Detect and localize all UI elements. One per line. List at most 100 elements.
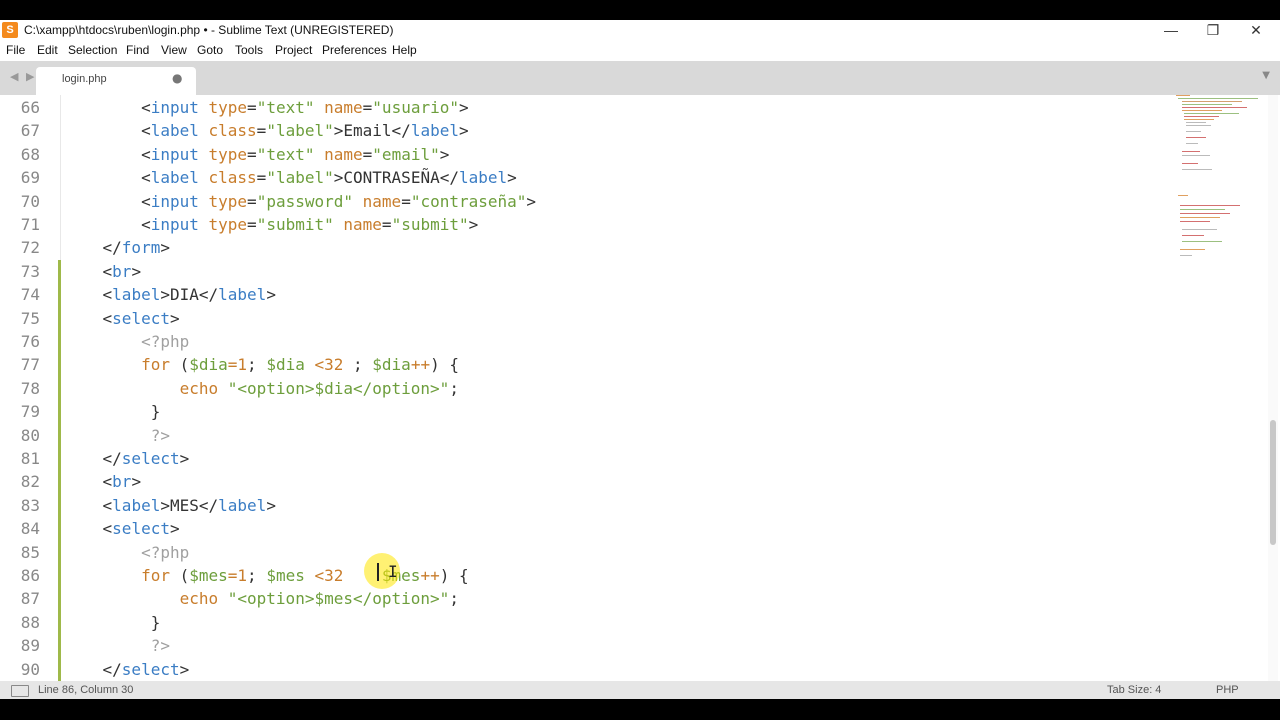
code-token: ?> <box>64 425 170 445</box>
code-token: > <box>507 168 517 188</box>
code-text: <input type="submit" name="submit"> <box>64 213 478 236</box>
menu-preferences[interactable]: Preferences <box>322 43 387 57</box>
code-token: > <box>266 495 276 515</box>
code-line[interactable]: 78 echo "<option>$dia</option>"; <box>0 376 1170 401</box>
code-token: type <box>198 144 248 164</box>
code-line[interactable]: 80 ?> <box>0 423 1170 447</box>
line-number: 80 <box>20 425 40 445</box>
code-token: > <box>458 121 469 141</box>
menu-edit[interactable]: Edit <box>37 43 58 57</box>
code-line[interactable]: 84 <select> <box>0 517 1170 541</box>
code-editor[interactable]: 66 <input type="text" name="usuario"> 67 … <box>0 95 1280 681</box>
code-token: type <box>198 215 248 234</box>
modified-line-marker <box>58 470 61 494</box>
minimize-button[interactable]: — <box>1149 20 1193 41</box>
code-line[interactable]: 79 } <box>0 400 1170 424</box>
code-line[interactable]: 86 for ($mes=1; $mes <32 $mes++) { <box>0 564 1170 588</box>
bottom-black-bar <box>0 699 1280 720</box>
code-line[interactable]: 67 <label class="label">Email</label> <box>0 119 1170 142</box>
menu-help[interactable]: Help <box>392 43 417 57</box>
code-token: label <box>150 168 199 188</box>
menu-find[interactable]: Find <box>126 43 149 57</box>
code-line[interactable]: 90 </select> <box>0 657 1170 681</box>
scrollbar-thumb[interactable] <box>1270 420 1276 545</box>
code-line[interactable]: 75 <select> <box>0 306 1170 330</box>
modified-line-marker <box>58 657 61 681</box>
code-line[interactable]: 88 } <box>0 610 1170 635</box>
code-token: < <box>304 566 325 585</box>
line-number: 70 <box>20 191 40 211</box>
unsaved-dot-icon[interactable]: ● <box>172 71 182 85</box>
minimap[interactable] <box>1170 95 1270 681</box>
code-text: ?> <box>64 634 170 657</box>
menu-tools[interactable]: Tools <box>235 43 263 57</box>
code-token: = <box>247 191 257 211</box>
code-line[interactable]: 68 <input type="text" name="email"> <box>0 143 1170 166</box>
code-token: ; <box>449 378 459 398</box>
minimap-line <box>1186 137 1206 138</box>
line-number: 66 <box>20 98 40 117</box>
code-token: > <box>459 98 469 117</box>
code-text: <input type="password" name="contraseña"… <box>64 190 536 213</box>
code-line[interactable]: 87 echo "<option>$mes</option>"; <box>0 587 1170 611</box>
tab-size[interactable]: Tab Size: 4 <box>1107 684 1161 696</box>
modified-line-marker <box>58 283 61 307</box>
modified-line-marker <box>58 587 61 611</box>
modified-line-marker <box>58 517 61 541</box>
code-token: = <box>247 144 257 164</box>
tab-login-php[interactable]: login.php ● <box>36 67 196 95</box>
code-line[interactable]: 72 </form> <box>0 236 1170 259</box>
code-token: ++ <box>410 355 431 375</box>
code-token: = <box>362 144 373 164</box>
code-token: < <box>64 308 113 328</box>
code-text: } <box>64 400 161 423</box>
menu-project[interactable]: Project <box>275 43 312 57</box>
code-token: label <box>150 121 199 141</box>
close-window-button[interactable]: ✕ <box>1234 20 1278 41</box>
code-line[interactable]: 69 <label class="label">CONTRASEÑA</labe… <box>0 166 1170 189</box>
line-number: 85 <box>20 542 40 562</box>
code-token: $mes <box>266 566 305 585</box>
syntax-mode[interactable]: PHP <box>1216 684 1239 696</box>
vertical-scrollbar[interactable] <box>1268 95 1278 681</box>
tab-dropdown-icon[interactable]: ▼ <box>1262 70 1270 81</box>
code-token: select <box>112 519 170 539</box>
menu-file[interactable]: File <box>6 43 25 57</box>
code-token: < <box>64 495 113 515</box>
minimap-line <box>1180 213 1230 214</box>
code-token: </ <box>64 659 122 679</box>
code-line[interactable]: 70 <input type="password" name="contrase… <box>0 190 1170 213</box>
code-token: > <box>169 308 180 328</box>
code-line[interactable]: 77 for ($dia=1; $dia <32 ; $dia++) { <box>0 353 1170 377</box>
minimap-line <box>1186 125 1211 126</box>
menu-view[interactable]: View <box>161 43 187 57</box>
code-token: $dia <box>266 355 305 375</box>
code-line[interactable]: 82 <br> <box>0 470 1170 494</box>
code-line[interactable]: 89 ?> <box>0 634 1170 658</box>
panel-toggle-icon[interactable] <box>11 685 29 697</box>
code-token: > <box>526 191 537 211</box>
code-text: <select> <box>64 517 180 540</box>
minimap-line <box>1182 235 1204 236</box>
sublime-app-icon: S <box>2 22 18 38</box>
menu-goto[interactable]: Goto <box>197 43 223 57</box>
line-number: 69 <box>20 168 40 188</box>
code-line[interactable]: 71 <input type="submit" name="submit"> <box>0 213 1170 236</box>
tab-nav-arrows-icon[interactable]: ◀ ▶ <box>10 70 36 83</box>
menu-selection[interactable]: Selection <box>68 43 117 57</box>
code-line[interactable]: 73 <br> <box>0 259 1170 284</box>
modified-line-marker <box>58 306 61 330</box>
code-line[interactable]: 66 <input type="text" name="usuario"> <box>0 96 1170 119</box>
code-token: "text" <box>256 98 315 117</box>
code-token: < <box>64 121 151 141</box>
code-line[interactable]: 81 </select> <box>0 447 1170 471</box>
code-line[interactable]: 76 <?php <box>0 330 1170 354</box>
menu-bar: File Edit Selection Find View Goto Tools… <box>0 41 1280 61</box>
restore-button[interactable]: ❐ <box>1191 20 1235 41</box>
minimap-line <box>1180 249 1205 250</box>
code-token: < <box>304 355 325 375</box>
code-token: input <box>150 191 199 211</box>
code-line[interactable]: 83 <label>MES</label> <box>0 493 1170 518</box>
code-line[interactable]: 85 <?php <box>0 540 1170 564</box>
code-line[interactable]: 74 <label>DIA</label> <box>0 283 1170 307</box>
